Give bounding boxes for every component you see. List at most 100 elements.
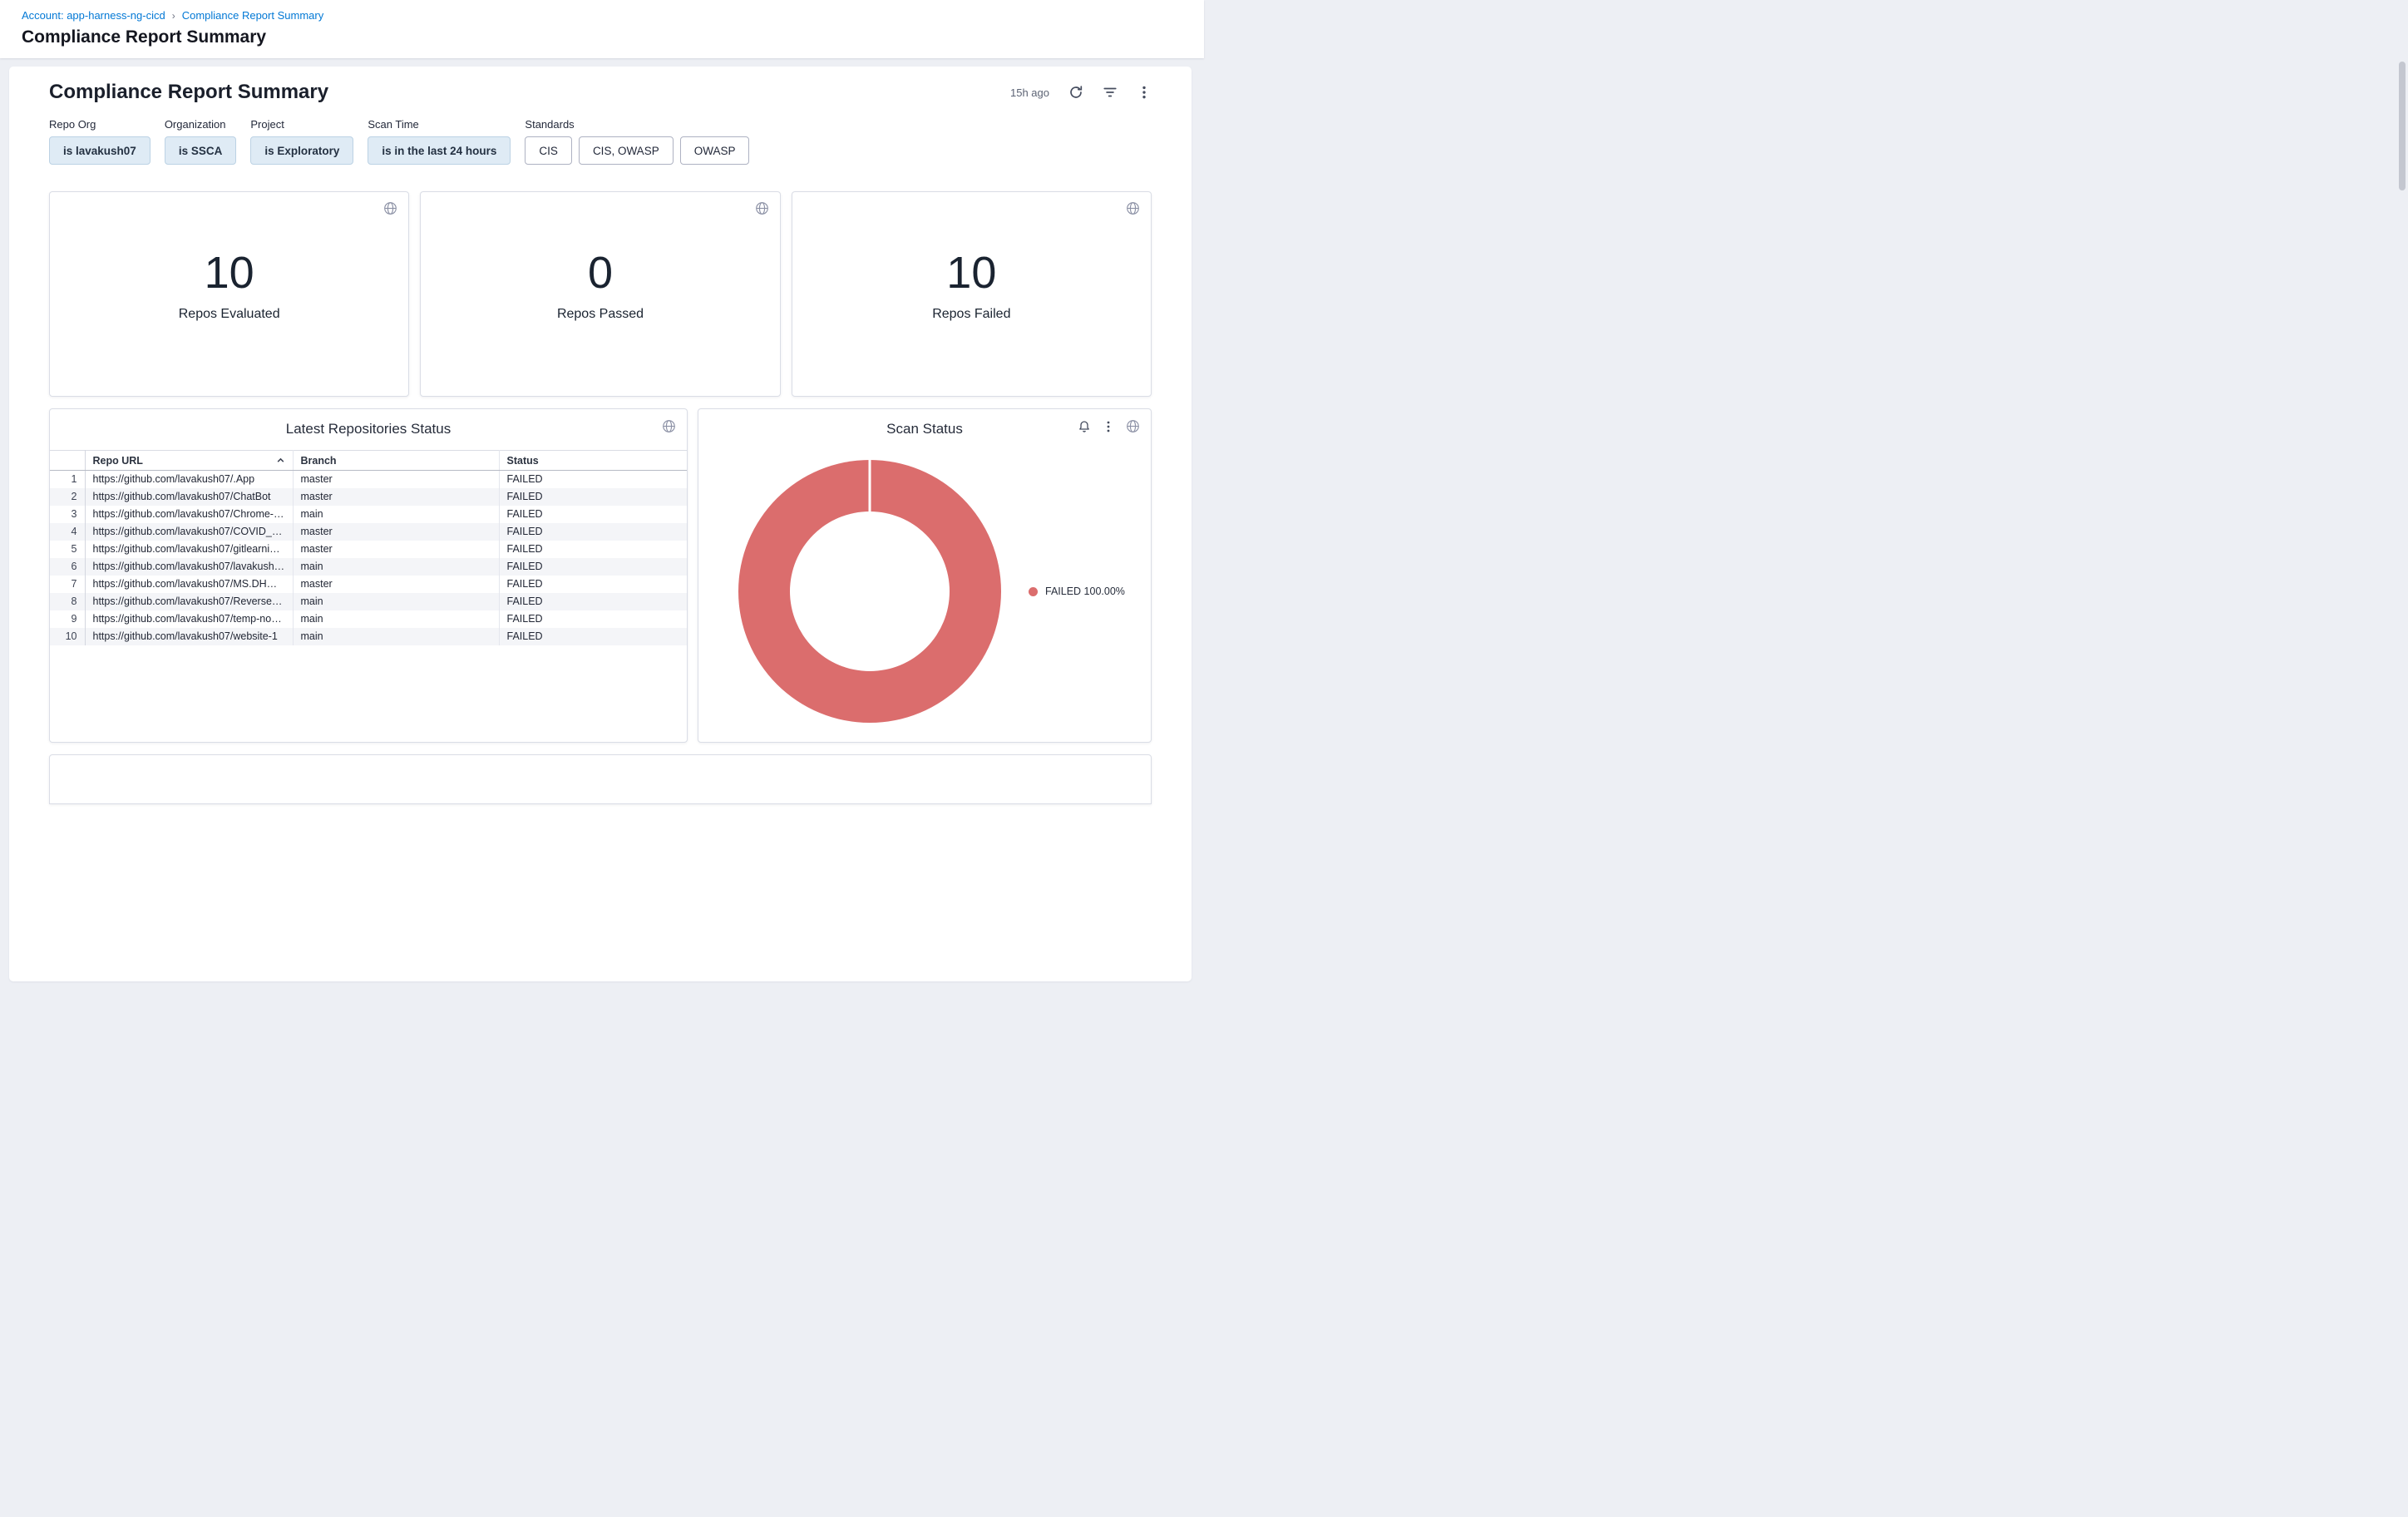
col-header-label: Repo URL — [93, 455, 143, 467]
col-header-branch[interactable]: Branch — [293, 451, 499, 471]
filter-chip-scan-time[interactable]: is in the last 24 hours — [368, 136, 511, 165]
repo-url-cell: https://github.com/lavakush07/COVID_T… — [85, 523, 293, 541]
kebab-menu-icon — [1137, 85, 1152, 100]
stat-value: 10 — [205, 247, 254, 299]
page-header: Account: app-harness-ng-cicd › Complianc… — [0, 0, 1204, 58]
table-row[interactable]: 6 https://github.com/lavakush07/lavakush… — [50, 558, 687, 576]
bottom-row: Latest Repositories Status — [49, 408, 1152, 743]
filter-chip-standards-owasp[interactable]: OWASP — [680, 136, 750, 165]
filter-chip-standards-cis-owasp[interactable]: CIS, OWASP — [579, 136, 674, 165]
status-cell: FAILED — [499, 541, 687, 558]
row-index-cell: 5 — [50, 541, 85, 558]
repo-url-cell: https://github.com/lavakush07/.App — [85, 471, 293, 488]
stat-label: Repos Failed — [932, 307, 1010, 322]
row-index-cell: 10 — [50, 628, 85, 645]
stat-label: Repos Evaluated — [179, 307, 280, 322]
vertical-scrollbar-thumb[interactable] — [2399, 62, 2406, 190]
status-cell: FAILED — [499, 558, 687, 576]
stat-tile-repos-failed: 10 Repos Failed — [792, 191, 1152, 397]
filter-group-scan-time: Scan Time is in the last 24 hours — [368, 118, 511, 165]
filter-chip-standards-cis[interactable]: CIS — [525, 136, 572, 165]
repos-table: Repo URL Branch Status 1 https://github.… — [50, 450, 687, 645]
breadcrumb-current-link[interactable]: Compliance Report Summary — [182, 9, 324, 22]
page-title: Compliance Report Summary — [22, 27, 1204, 47]
table-row[interactable]: 9 https://github.com/lavakush07/temp-no…… — [50, 610, 687, 628]
status-cell: FAILED — [499, 523, 687, 541]
filter-button[interactable] — [1103, 85, 1118, 100]
last-refreshed-label: 15h ago — [1010, 86, 1049, 99]
row-index-cell: 9 — [50, 610, 85, 628]
branch-cell: main — [293, 610, 499, 628]
chevron-right-icon: › — [172, 11, 175, 21]
status-cell: FAILED — [499, 593, 687, 610]
tile-globe-button[interactable] — [755, 201, 769, 215]
branch-cell: main — [293, 506, 499, 523]
scan-status-card: Scan Status — [698, 408, 1152, 743]
row-index-cell: 7 — [50, 576, 85, 593]
legend-dot — [1029, 587, 1038, 596]
refresh-icon — [1068, 85, 1083, 100]
tile-globe-button[interactable] — [383, 201, 397, 215]
repo-url-cell: https://github.com/lavakush07/temp-no… — [85, 610, 293, 628]
table-row[interactable]: 2 https://github.com/lavakush07/ChatBot … — [50, 488, 687, 506]
filter-group-organization: Organization is SSCA — [165, 118, 237, 165]
col-header-repo-url[interactable]: Repo URL — [85, 451, 293, 471]
filter-chip-repo-org[interactable]: is lavakush07 — [49, 136, 150, 165]
table-row[interactable]: 1 https://github.com/lavakush07/.App mas… — [50, 471, 687, 488]
table-card-title: Latest Repositories Status — [50, 409, 687, 437]
tile-more-menu-button[interactable] — [1102, 419, 1115, 433]
col-header-status[interactable]: Status — [499, 451, 687, 471]
filter-chip-organization[interactable]: is SSCA — [165, 136, 237, 165]
alerts-button[interactable] — [1078, 419, 1091, 433]
repo-url-cell: https://github.com/lavakush07/website-1 — [85, 628, 293, 645]
filter-bar: Repo Org is lavakush07 Organization is S… — [49, 118, 1152, 165]
globe-icon — [1126, 419, 1140, 433]
globe-icon — [755, 201, 769, 215]
row-index-cell: 2 — [50, 488, 85, 506]
repo-url-cell: https://github.com/lavakush07/Chrome-… — [85, 506, 293, 523]
repo-url-cell: https://github.com/lavakush07/lavakush… — [85, 558, 293, 576]
chart-legend-item-failed[interactable]: FAILED 100.00% — [1029, 586, 1125, 597]
filter-label-scan-time: Scan Time — [368, 118, 511, 131]
stat-value: 0 — [588, 247, 613, 299]
breadcrumb: Account: app-harness-ng-cicd › Complianc… — [22, 9, 1204, 22]
bell-icon — [1078, 420, 1091, 433]
table-row[interactable]: 4 https://github.com/lavakush07/COVID_T…… — [50, 523, 687, 541]
table-row[interactable]: 5 https://github.com/lavakush07/gitlearn… — [50, 541, 687, 558]
next-dashboard-card-partial — [49, 754, 1152, 804]
tile-globe-button[interactable] — [1126, 419, 1140, 433]
filter-group-project: Project is Exploratory — [250, 118, 353, 165]
globe-icon — [662, 419, 676, 433]
table-row[interactable]: 7 https://github.com/lavakush07/MS.DHO… … — [50, 576, 687, 593]
sort-asc-icon — [276, 456, 285, 465]
branch-cell: main — [293, 628, 499, 645]
globe-icon — [383, 201, 397, 215]
refresh-button[interactable] — [1068, 85, 1083, 100]
dashboard-panel: Compliance Report Summary 15h ago — [9, 67, 1192, 981]
filter-chip-project[interactable]: is Exploratory — [250, 136, 353, 165]
table-row[interactable]: 3 https://github.com/lavakush07/Chrome-…… — [50, 506, 687, 523]
branch-cell: main — [293, 558, 499, 576]
branch-cell: main — [293, 593, 499, 610]
tile-globe-button[interactable] — [662, 419, 676, 433]
tile-globe-button[interactable] — [1126, 201, 1140, 215]
repo-url-cell: https://github.com/lavakush07/gitlearni… — [85, 541, 293, 558]
row-index-cell: 8 — [50, 593, 85, 610]
table-header-row: Repo URL Branch Status — [50, 451, 687, 471]
filter-group-repo-org: Repo Org is lavakush07 — [49, 118, 150, 165]
filter-icon — [1103, 85, 1118, 100]
scan-status-donut-chart[interactable] — [738, 460, 1001, 723]
dashboard-header: Compliance Report Summary 15h ago — [49, 80, 1152, 105]
row-index-cell: 1 — [50, 471, 85, 488]
stat-tile-repos-passed: 0 Repos Passed — [420, 191, 780, 397]
donut-slice-divider — [869, 460, 871, 512]
repo-url-cell: https://github.com/lavakush07/ChatBot — [85, 488, 293, 506]
status-cell: FAILED — [499, 628, 687, 645]
status-cell: FAILED — [499, 488, 687, 506]
breadcrumb-account-link[interactable]: Account: app-harness-ng-cicd — [22, 9, 165, 22]
legend-label: FAILED 100.00% — [1045, 586, 1125, 597]
stat-tile-repos-evaluated: 10 Repos Evaluated — [49, 191, 409, 397]
more-menu-button[interactable] — [1137, 85, 1152, 100]
table-row[interactable]: 10 https://github.com/lavakush07/website… — [50, 628, 687, 645]
table-row[interactable]: 8 https://github.com/lavakush07/Reverse-… — [50, 593, 687, 610]
